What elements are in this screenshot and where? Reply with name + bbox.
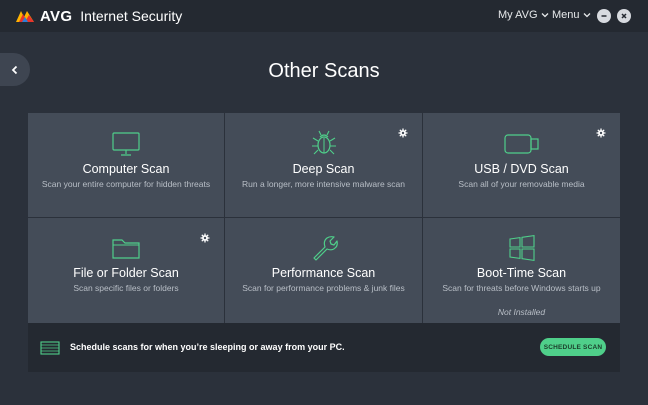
tile-description: Run a longer, more intensive malware sca… [242, 179, 405, 189]
close-button[interactable] [617, 9, 631, 23]
product-name: Internet Security [80, 8, 183, 24]
title-bar: AVG Internet Security My AVG Menu [0, 0, 648, 32]
computer-scan-tile[interactable]: Computer Scan Scan your entire computer … [28, 113, 224, 217]
page-title: Other Scans [268, 60, 380, 82]
performance-scan-tile[interactable]: Performance Scan Scan for performance pr… [225, 218, 422, 323]
gear-icon[interactable] [398, 128, 408, 138]
tile-description: Scan your entire computer for hidden thr… [41, 179, 211, 189]
app-brand: AVG Internet Security [14, 7, 182, 25]
my-avg-label: My AVG [498, 9, 538, 21]
minimize-button[interactable] [597, 9, 611, 23]
main-menu[interactable]: Menu [552, 9, 591, 21]
minimize-icon [601, 15, 607, 17]
tile-title: USB / DVD Scan [474, 162, 569, 176]
tile-description: Scan all of your removable media [458, 179, 585, 189]
tile-description: Scan for performance problems & junk fil… [242, 283, 405, 293]
chevron-down-icon [583, 13, 590, 18]
avg-logo-icon [16, 11, 34, 22]
bug-icon [311, 130, 336, 155]
schedule-scan-button[interactable]: SCHEDULE SCAN [540, 338, 606, 356]
boot-time-scan-tile[interactable]: Boot-Time Scan Scan for threats before W… [423, 218, 620, 323]
tile-description: Scan for threats before Windows starts u… [442, 283, 601, 293]
folder-icon [112, 239, 140, 259]
tile-title: File or Folder Scan [73, 266, 179, 280]
logo-text: AVG [40, 7, 73, 25]
tile-title: Performance Scan [271, 266, 376, 280]
close-icon [621, 13, 627, 19]
install-status-note: Not Installed [497, 307, 546, 317]
menu-label: Menu [552, 9, 580, 21]
usb-drive-icon [503, 134, 539, 154]
wrench-icon [312, 236, 338, 261]
tile-title: Computer Scan [82, 162, 170, 176]
tile-title: Boot-Time Scan [476, 266, 567, 280]
schedule-text: Schedule scans for when you’re sleeping … [70, 342, 345, 352]
chevron-down-icon [541, 13, 548, 18]
gear-icon[interactable] [596, 128, 606, 138]
file-folder-scan-tile[interactable]: File or Folder Scan Scan specific files … [28, 218, 224, 323]
schedule-bar: Schedule scans for when you’re sleeping … [28, 323, 620, 372]
tile-description: Scan specific files or folders [73, 283, 179, 293]
my-avg-menu[interactable]: My AVG [498, 9, 549, 21]
tile-title: Deep Scan [292, 162, 355, 176]
usb-dvd-scan-tile[interactable]: USB / DVD Scan Scan all of your removabl… [423, 113, 620, 217]
calendar-icon [40, 341, 60, 355]
scan-options-grid: Computer Scan Scan your entire computer … [28, 113, 620, 323]
windows-logo-icon [508, 234, 535, 262]
deep-scan-tile[interactable]: Deep Scan Run a longer, more intensive m… [225, 113, 422, 217]
gear-icon[interactable] [200, 233, 210, 243]
monitor-icon [112, 132, 140, 156]
